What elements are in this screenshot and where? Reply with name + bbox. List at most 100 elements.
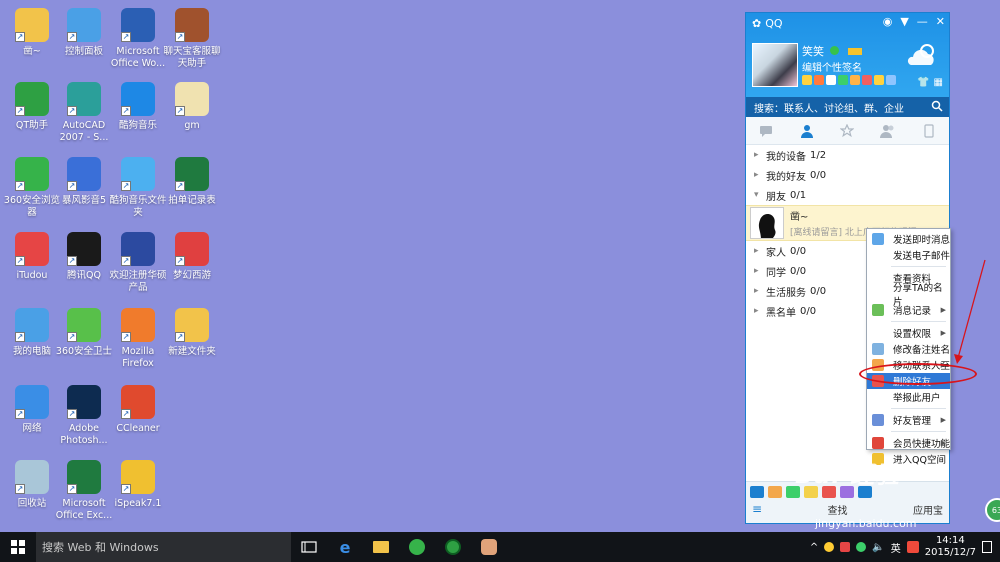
context-menu-item[interactable]: 设置权限 ▶ [867, 325, 950, 341]
shield-icon[interactable] [838, 75, 848, 85]
desktop-icon-label: 拍单记录表 [168, 195, 216, 206]
desktop-icon[interactable]: ↗ 聊天宝客服聊天助手 [163, 8, 221, 70]
desktop-icon[interactable]: ↗ 360安全浏览器 [3, 157, 61, 219]
desktop-icon[interactable]: ↗ 回收站 [3, 460, 61, 510]
desktop-icon[interactable]: ↗ 网络 [3, 385, 61, 435]
search-icon[interactable] [931, 100, 943, 112]
online-status-icon[interactable] [829, 46, 839, 55]
tab-favorites[interactable] [837, 121, 857, 141]
desktop-icon[interactable]: ↗ 酷狗音乐 [109, 82, 167, 132]
desktop-icon[interactable]: ↗ iSpeak7.1 [109, 460, 167, 510]
recycle-bin-icon: ↗ [15, 460, 49, 494]
tray-360-icon[interactable] [856, 542, 867, 552]
desktop-icon[interactable]: ↗ Adobe Photosh... [55, 385, 113, 447]
color-icon[interactable] [814, 75, 824, 85]
taskbar-game[interactable] [471, 532, 507, 562]
app-store-button[interactable]: 应用宝 [913, 502, 943, 517]
mail-icon[interactable] [826, 75, 836, 85]
taskbar-search[interactable]: 搜索 Web 和 Windows [36, 532, 291, 562]
contact-search[interactable]: 搜索：联系人、讨论组、群、企业 [746, 97, 949, 117]
desktop-icon-label: 聊天宝客服聊天助手 [163, 46, 221, 69]
tab-contacts[interactable] [797, 121, 817, 141]
context-menu-item[interactable]: 修改备注姓名 [867, 341, 950, 357]
shop-icon[interactable] [874, 75, 884, 85]
desktop-icon[interactable]: ↗ gm [163, 82, 221, 132]
tab-devices[interactable] [919, 121, 939, 141]
shortcut-arrow-icon: ↗ [67, 409, 77, 419]
contact-group[interactable]: ▾ 朋友 0/1 [746, 185, 949, 205]
tray-app-icon[interactable] [840, 542, 851, 552]
music-icon[interactable] [850, 75, 860, 85]
chevron-right-icon: ▸ [754, 170, 759, 180]
nickname[interactable]: 笑笑 [802, 43, 862, 59]
photoshop-icon: ↗ [67, 385, 101, 419]
desktop-icon[interactable]: ↗ CCleaner [109, 385, 167, 435]
desktop-icon[interactable]: ↗ 欢迎注册华硕产品 [109, 232, 167, 294]
desktop-icon[interactable]: ↗ 拍单记录表 [163, 157, 221, 207]
grid-icon[interactable] [886, 75, 896, 85]
desktop-icon[interactable]: ↗ 新建文件夹 [163, 308, 221, 358]
desktop-icon[interactable]: ↗ 梦幻西游 [163, 232, 221, 282]
contact-group[interactable]: ▸ 我的设备 1/2 [746, 145, 949, 165]
context-menu-item[interactable]: 发送即时消息 [867, 231, 950, 247]
desktop-icon[interactable]: ↗ iTudou [3, 232, 61, 282]
skin-icon[interactable]: ◉ [883, 15, 893, 28]
taskbar-qt[interactable] [435, 532, 471, 562]
shortcut-arrow-icon: ↗ [15, 106, 25, 116]
close-button[interactable]: ✕ [936, 15, 945, 28]
tshirt-icon[interactable]: 👕 [917, 77, 929, 88]
find-button[interactable]: 查找 [828, 502, 848, 517]
taskbar-360-browser[interactable] [399, 532, 435, 562]
desktop-icon[interactable]: ↗ 暴风影音5 [55, 157, 113, 207]
context-menu-item[interactable]: 发送电子邮件 [867, 247, 950, 263]
desktop-icon[interactable]: ↗ 腾讯QQ [55, 232, 113, 282]
app-icon[interactable] [750, 486, 764, 498]
avatar[interactable] [752, 43, 798, 87]
taskbar-edge[interactable]: e [327, 532, 363, 562]
signature[interactable]: 编辑个性签名 [802, 59, 862, 74]
desktop-icon[interactable]: ↗ 我的电脑 [3, 308, 61, 358]
friend-avatar[interactable] [750, 207, 784, 239]
notification-icon[interactable] [982, 541, 992, 553]
context-menu-label: 进入QQ空间 [893, 455, 946, 466]
desktop-icon[interactable]: ↗ QT助手 [3, 82, 61, 132]
star-icon[interactable] [802, 75, 812, 85]
desktop-icon[interactable]: ↗ 控制面板 [55, 8, 113, 58]
game-icon [481, 539, 497, 555]
tab-messages[interactable] [756, 121, 776, 141]
contact-group[interactable]: ▸ 我的好友 0/0 [746, 165, 949, 185]
context-menu-item[interactable]: 会员快捷功能 ▶ [867, 435, 950, 451]
shield-icon[interactable]: ▼ [900, 15, 908, 28]
qq-tray-icon[interactable] [824, 542, 835, 552]
context-menu-item[interactable]: 好友管理 ▶ [867, 412, 950, 428]
chevron-up-icon[interactable]: ^ [810, 542, 818, 553]
taskbar-explorer[interactable] [363, 532, 399, 562]
context-menu-item[interactable]: 分享TA的名片 [867, 283, 950, 308]
desktop-icon[interactable]: ↗ 酷狗音乐文件夹 [109, 157, 167, 219]
minimize-button[interactable]: — [917, 15, 928, 28]
tab-groups[interactable] [878, 121, 898, 141]
speed-ball[interactable]: 63 [985, 498, 1000, 522]
desktop-icon[interactable]: ↗ Microsoft Office Exc... [55, 460, 113, 522]
chevron-right-icon: ▸ [754, 286, 759, 296]
desktop-icon[interactable]: ↗ 360安全卫士 [55, 308, 113, 358]
context-menu-item[interactable]: 消息记录 ▶ [867, 302, 950, 318]
menu-item-icon [872, 304, 884, 316]
grid-icon[interactable]: ▦ [934, 77, 943, 88]
desktop-icon[interactable]: ↗ AutoCAD 2007 - S... [55, 82, 113, 144]
ime-indicator[interactable]: 英 [891, 540, 901, 555]
desktop-icon[interactable]: ↗ Mozilla Firefox [109, 308, 167, 370]
task-view-button[interactable] [291, 532, 327, 562]
weather-icon[interactable] [905, 41, 941, 69]
sogou-icon[interactable] [906, 541, 919, 553]
start-button[interactable] [0, 532, 36, 562]
volume-icon[interactable]: 🔈 [872, 542, 884, 553]
clock[interactable]: 14:14 2015/12/7 [925, 535, 976, 559]
group-count: 0/0 [800, 305, 817, 317]
desktop-icon[interactable]: ↗ Microsoft Office Wo... [109, 8, 167, 70]
cart-icon[interactable] [862, 75, 872, 85]
desktop-icon[interactable]: ↗ 凿~ [3, 8, 61, 58]
game-icon[interactable] [768, 486, 782, 498]
main-menu-icon[interactable]: ≡ [752, 502, 762, 517]
context-menu-item[interactable]: 举报此用户 [867, 389, 950, 405]
